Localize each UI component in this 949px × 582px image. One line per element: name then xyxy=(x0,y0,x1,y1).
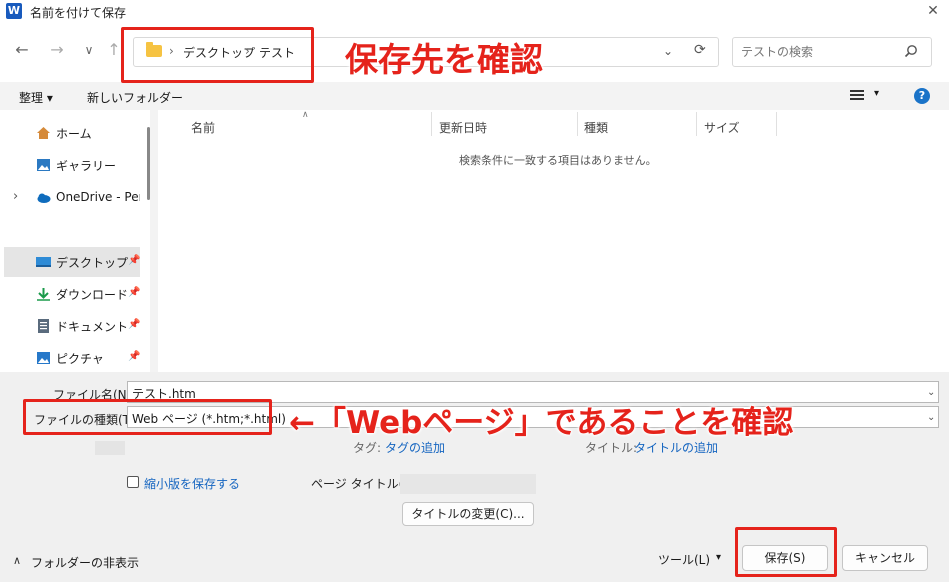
sidebar-item-documents[interactable]: ドキュメント 📌 xyxy=(4,311,140,341)
sidebar-item-label: ホーム xyxy=(56,127,92,141)
sidebar-scrollbar[interactable] xyxy=(147,127,150,200)
annotation-box-address xyxy=(121,27,314,83)
organize-menu-button[interactable]: 整理 ▾ xyxy=(19,89,53,106)
page-title-field xyxy=(400,474,536,494)
sidebar-item-desktop[interactable]: デスクトップ 📌 xyxy=(4,247,140,277)
sidebar-item-label: ピクチャ xyxy=(56,352,104,366)
save-as-dialog: W 名前を付けて保存 ✕ ← → ∨ ↑ › デスクトップ › テスト ⌄ ⟳ … xyxy=(0,0,949,582)
close-icon[interactable]: ✕ xyxy=(917,0,949,22)
desktop-icon xyxy=(36,257,51,267)
sidebar-item-downloads[interactable]: ダウンロード 📌 xyxy=(4,279,140,309)
hide-folders-button[interactable]: フォルダーの非表示 xyxy=(31,554,139,571)
cancel-button[interactable]: キャンセル xyxy=(842,545,928,571)
sidebar-item-label: ギャラリー xyxy=(56,159,117,173)
column-divider[interactable] xyxy=(577,112,578,136)
pin-icon: 📌 xyxy=(128,287,141,298)
search-input[interactable] xyxy=(732,37,932,67)
window-title: 名前を付けて保存 xyxy=(30,6,127,20)
column-header-size[interactable]: サイズ xyxy=(704,119,740,136)
pin-icon: 📌 xyxy=(128,255,141,266)
sidebar-item-gallery[interactable]: ギャラリー xyxy=(4,150,140,180)
sidebar-item-pictures[interactable]: ピクチャ 📌 xyxy=(4,343,140,373)
sidebar-item-home[interactable]: ホーム xyxy=(4,118,140,148)
title-bar xyxy=(0,0,949,22)
change-title-button[interactable]: タイトルの変更(C)... xyxy=(402,502,534,526)
word-app-icon: W xyxy=(6,3,22,19)
column-divider[interactable] xyxy=(776,112,777,136)
new-folder-button[interactable]: 新しいフォルダー xyxy=(87,89,183,106)
cloud-icon xyxy=(37,193,51,203)
filename-dropdown-chevron-icon[interactable]: ⌄ xyxy=(927,387,935,398)
picture-icon xyxy=(37,352,50,364)
document-icon xyxy=(38,319,49,333)
sidebar-item-label: ダウンロード xyxy=(56,288,129,302)
sidebar-item-label: ドキュメント xyxy=(56,320,129,334)
home-icon xyxy=(37,127,50,139)
annotation-box-filetype xyxy=(23,399,272,435)
redacted-author-field xyxy=(95,441,125,455)
help-icon[interactable]: ? xyxy=(914,88,930,104)
forward-arrow-icon[interactable]: → xyxy=(47,40,67,59)
file-list xyxy=(158,110,949,372)
refresh-icon[interactable]: ⟳ xyxy=(694,42,706,58)
filetype-dropdown-chevron-icon[interactable]: ⌄ xyxy=(927,412,935,423)
annotation-save-location: 保存先を確認 xyxy=(345,40,544,80)
gallery-icon xyxy=(37,159,50,171)
column-header-type[interactable]: 種類 xyxy=(584,119,608,136)
column-header-name[interactable]: 名前 xyxy=(191,119,215,136)
pin-icon: 📌 xyxy=(128,351,141,362)
column-divider[interactable] xyxy=(431,112,432,136)
tools-menu-button[interactable]: ツール(L) xyxy=(658,551,710,568)
search-icon[interactable] xyxy=(904,44,918,58)
collapse-chevron-icon[interactable]: ∧ xyxy=(13,554,21,567)
empty-results-message: 検索条件に一致する項目はありません。 xyxy=(459,154,657,167)
address-dropdown-chevron-icon[interactable]: ⌄ xyxy=(663,44,673,58)
view-options-icon[interactable] xyxy=(850,90,864,100)
tools-chevron-icon[interactable]: ▾ xyxy=(716,552,721,563)
download-icon xyxy=(37,288,50,301)
sort-ascending-icon: ∧ xyxy=(302,110,309,120)
back-arrow-icon[interactable]: ← xyxy=(12,40,32,59)
annotation-box-save xyxy=(735,527,837,577)
sidebar-item-label: デスクトップ xyxy=(56,256,129,270)
sidebar-item-label: OneDrive - Perso xyxy=(56,190,140,204)
recent-locations-chevron-icon[interactable]: ∨ xyxy=(79,43,99,57)
pin-icon: 📌 xyxy=(128,319,141,330)
save-thumbnail-checkbox[interactable] xyxy=(127,476,139,488)
view-options-chevron-icon[interactable]: ▾ xyxy=(874,88,879,99)
expand-chevron-icon[interactable]: › xyxy=(13,189,18,204)
column-divider[interactable] xyxy=(696,112,697,136)
save-thumbnail-label[interactable]: 縮小版を保存する xyxy=(144,475,240,492)
annotation-web-page: ←「Webページ」であることを確認 xyxy=(288,405,794,442)
sidebar-item-onedrive[interactable]: › OneDrive - Perso xyxy=(4,183,140,213)
column-header-modified[interactable]: 更新日時 xyxy=(439,119,487,136)
